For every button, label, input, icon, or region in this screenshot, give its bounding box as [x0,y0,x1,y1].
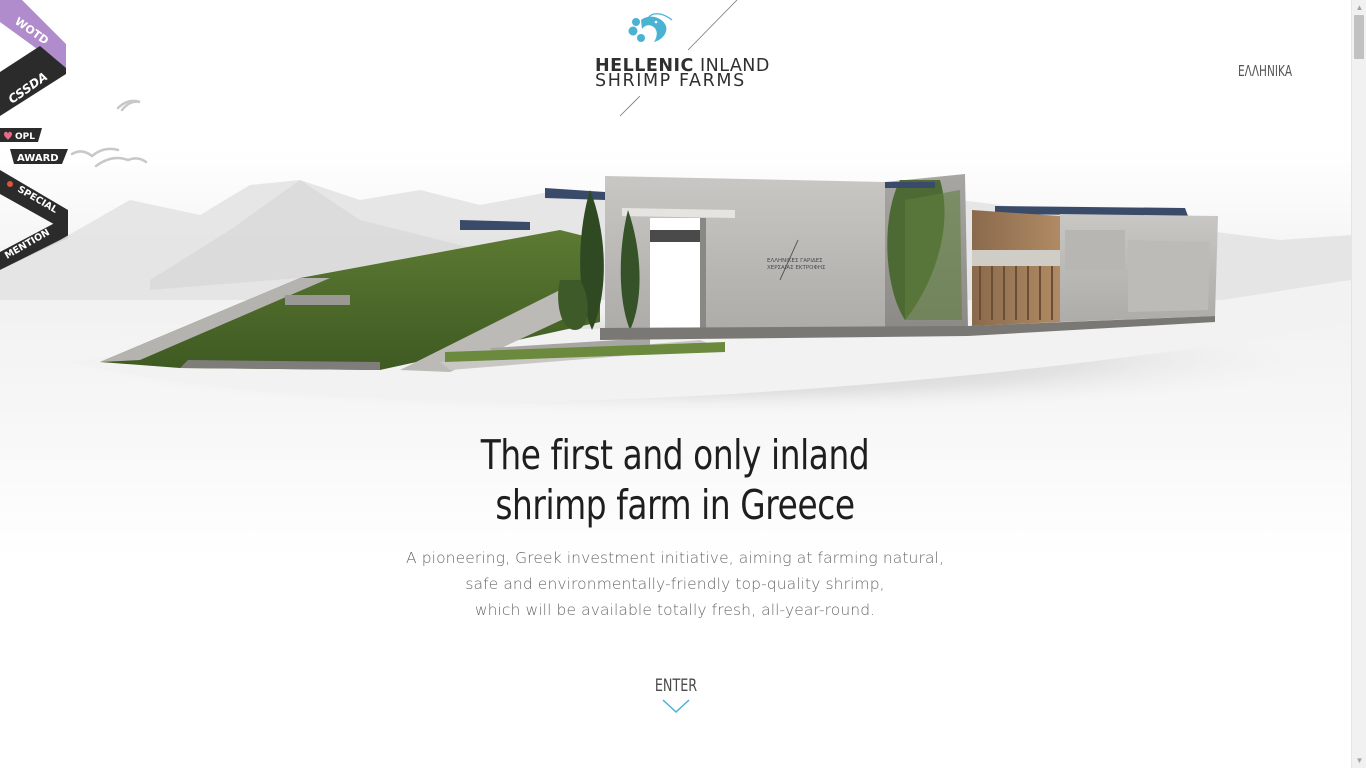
building-sign-line2: ΧΕΡΣΑΙΑΣ ΕΚΤΡΟΦΗΣ [767,265,826,271]
page: WOTD CSSDA OPL AWARD SPECIAL MENTION HEL… [0,0,1351,768]
hero-description-line3: which will be available totally fresh, a… [474,601,876,619]
farm-building-illustration: ΕΛΛΗΝΙΚΕΣ ΓΑΡΙΔΕΣ ΧΕΡΣΑΙΑΣ ΕΚΤΡΟΦΗΣ [0,99,1351,416]
vertical-scrollbar[interactable]: ▲ ▼ [1351,0,1366,768]
birds-decoration [70,99,148,168]
scroll-down-arrow-icon[interactable]: ▼ [1352,753,1366,768]
hero-description-line1: A pioneering, Greek investment initiativ… [406,549,944,567]
hero-headline: The first and only inland shrimp farm in… [435,430,915,530]
hero-description-line2: safe and environmentally-friendly top-qu… [465,575,885,593]
main-building [605,176,885,330]
scrollbar-thumb[interactable] [1354,15,1364,59]
hero-description: A pioneering, Greek investment initiativ… [375,545,975,623]
scroll-up-arrow-icon[interactable]: ▲ [1352,0,1366,15]
enter-label: ENTER [654,676,698,696]
hero-headline-line1: The first and only inland [480,431,870,479]
shrimp-icon [628,13,673,42]
logo-text-line2: SHRIMP FARMS [595,71,746,91]
language-switch-link[interactable]: ΕΛΛΗΝΙΚΑ [1238,62,1292,80]
hero-headline-line2: shrimp farm in Greece [495,481,855,529]
chevron-down-icon [662,699,690,714]
building-sign-line1: ΕΛΛΗΝΙΚΕΣ ΓΑΡΙΔΕΣ [767,258,823,264]
enter-button[interactable]: ENTER [626,676,726,714]
